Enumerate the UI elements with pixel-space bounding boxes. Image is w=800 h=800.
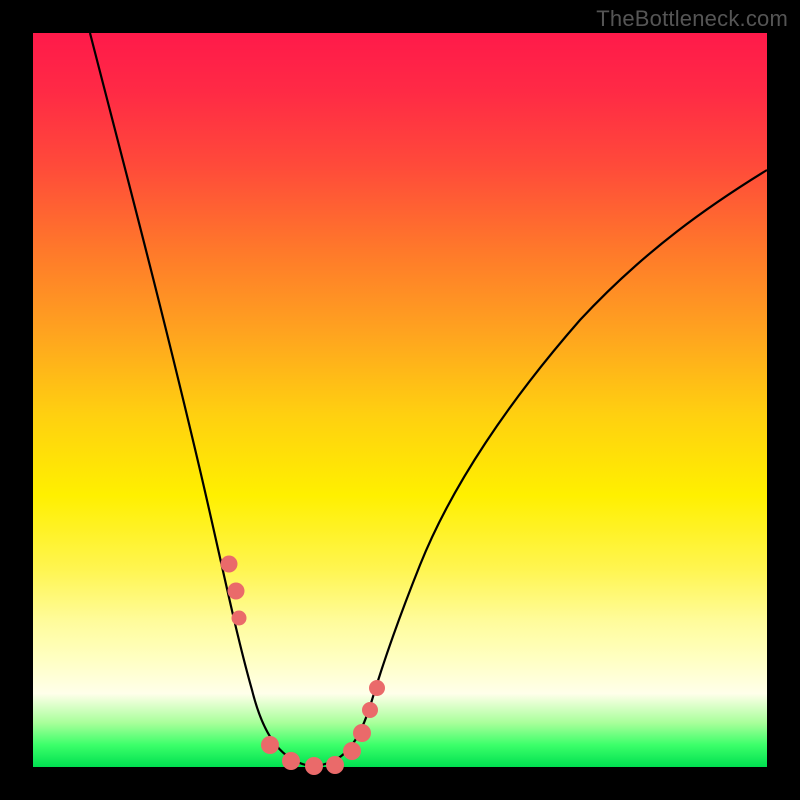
gradient-background: [33, 33, 767, 767]
canvas: TheBottleneck.com: [0, 0, 800, 800]
watermark-text: TheBottleneck.com: [596, 6, 788, 32]
